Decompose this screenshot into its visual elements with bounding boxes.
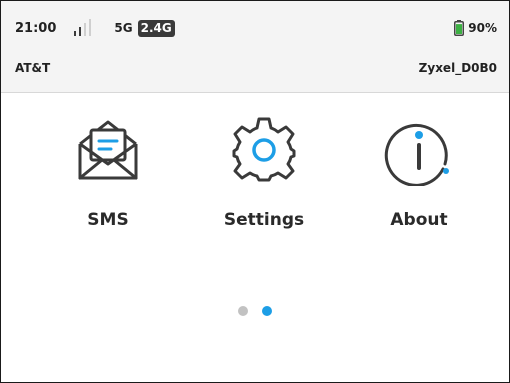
- gear-icon: [232, 117, 296, 182]
- battery-icon: [454, 20, 465, 36]
- info-icon: [384, 123, 449, 186]
- app-settings[interactable]: Settings: [204, 114, 324, 244]
- page-dot-active[interactable]: [262, 306, 272, 316]
- status-right: 90%: [454, 17, 497, 39]
- app-about[interactable]: About: [359, 114, 479, 244]
- status-bar: 21:00 5G 2.4G 90% AT&T Zyxel_D0B0: [1, 1, 509, 93]
- status-left: 21:00 5G 2.4G: [15, 17, 175, 39]
- battery-percentage: 90%: [468, 21, 497, 35]
- carrier-name: AT&T: [15, 61, 51, 75]
- network-type: 5G: [114, 21, 133, 35]
- page-indicator: [1, 304, 509, 318]
- signal-bar: [74, 31, 77, 36]
- page-dot[interactable]: [238, 306, 248, 316]
- signal-bar: [84, 23, 87, 36]
- app-label-sms: SMS: [87, 210, 129, 230]
- wifi-ssid: Zyxel_D0B0: [418, 61, 497, 75]
- wifi-band-badge: 2.4G: [137, 19, 175, 37]
- signal-bar: [79, 27, 82, 36]
- signal-strength-icon: [74, 18, 98, 38]
- device-screen: 21:00 5G 2.4G 90% AT&T Zyxel_D0B0 SMS Se…: [0, 0, 510, 383]
- signal-bar: [89, 19, 92, 36]
- app-grid: SMS Settings About: [1, 114, 509, 244]
- clock: 21:00: [15, 20, 57, 36]
- app-label-about: About: [390, 210, 448, 230]
- app-label-settings: Settings: [223, 210, 305, 230]
- envelope-icon: [78, 120, 138, 180]
- app-sms[interactable]: SMS: [48, 114, 168, 244]
